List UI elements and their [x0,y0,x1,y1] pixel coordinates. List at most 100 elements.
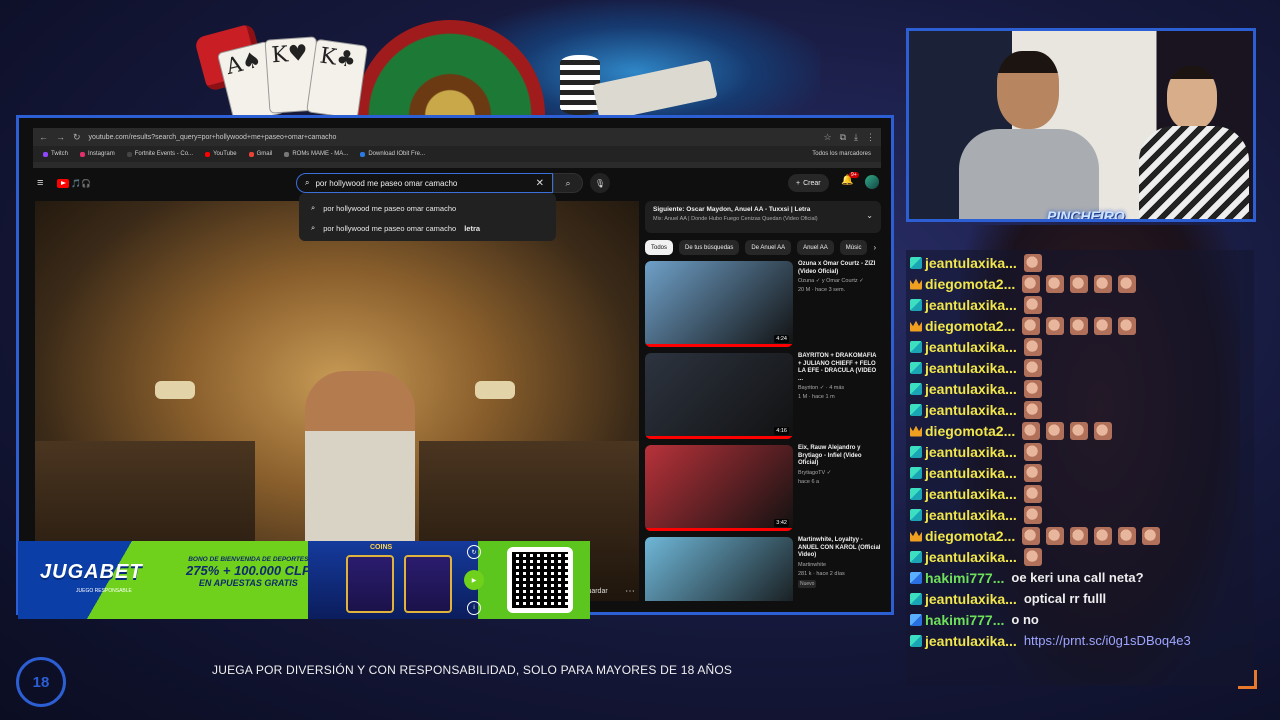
chat-username[interactable]: jeantulaxika... [925,486,1017,502]
youtube-logo[interactable]: 🎵🎧 [57,178,91,188]
chat-username[interactable]: diegomota2... [925,318,1015,334]
chat-username[interactable]: jeantulaxika... [925,381,1017,397]
bookmark-item[interactable]: Instagram [80,151,115,157]
search-suggestions: ⌕ por hollywood me paseo omar camacho ⌕ por… [299,193,556,241]
logo-part-1: JUGA [40,561,100,583]
mix-playlist-header[interactable]: Siguiente: Oscar Maydon, Anuel AA - Tuxx… [645,201,881,233]
chat-username[interactable]: jeantulaxika... [925,633,1017,649]
video-thumbnail[interactable]: 3:42 [645,445,793,531]
chat-message-text: o no [1011,612,1039,627]
bookmark-item[interactable]: YouTube [205,151,237,157]
back-icon[interactable]: ← [39,132,48,142]
chat-message: diegomota2... [910,315,1250,336]
chevron-down-icon[interactable]: ⌄ [866,211,873,220]
filter-chip[interactable]: De tus búsquedas [679,240,740,255]
recommendation-info: BAYRITON + DRAKOMAFIA + JULIANO CHIEFF +… [798,353,881,439]
chat-username[interactable]: jeantulaxika... [925,297,1017,313]
watch-progress-bar [645,528,793,531]
filter-chip[interactable]: Anuel AA [797,240,834,255]
new-badge: Nuevo [798,579,817,588]
chat-username[interactable]: jeantulaxika... [925,444,1017,460]
chat-message: jeantulaxika... [910,399,1250,420]
search-input[interactable]: ⌕ por hollywood me paseo omar camacho ✕ [296,173,553,193]
recommendation-channel[interactable]: Martinwhite [798,562,881,569]
watch-progress-bar [645,344,793,347]
recommendation-channel[interactable]: Bayriton ✓ · 4 más [798,385,881,392]
create-label: Crear [803,179,821,187]
chat-message: jeantulaxika... https://prnt.sc/i0g1sDBoq… [910,630,1250,651]
all-bookmarks[interactable]: Todos los marcadores [812,151,871,157]
chat-username[interactable]: jeantulaxika... [925,549,1017,565]
play-icon[interactable]: ▶ [464,570,484,590]
bookmark-item[interactable]: Fortnite Events - Co... [126,151,193,157]
info-icon[interactable]: i [467,601,481,615]
account-avatar[interactable] [865,175,879,189]
subscriber-badge-icon [910,487,922,500]
chevron-right-icon[interactable]: › [873,243,876,252]
address-bar-row: ← → ↻ youtube.com/results?search_query=p… [33,128,881,146]
chat-link[interactable]: https://prnt.sc/i0g1sDBoq4e3 [1024,633,1191,648]
chat-username[interactable]: jeantulaxika... [925,339,1017,355]
recommendation-title[interactable]: BAYRITON + DRAKOMAFIA + JULIANO CHIEFF +… [798,353,881,383]
bookmark-favicon-icon [205,151,211,157]
age-restriction-badge: 18 [16,657,66,707]
recommendation-title[interactable]: Ozuna x Omar Courtz - ZIZI (Video Oficia… [798,261,881,276]
video-thumbnail[interactable]: 4:24 [645,261,793,347]
bookmark-item[interactable]: ROMs MAME - MA... [284,151,348,157]
clear-search-icon[interactable]: ✕ [536,178,544,189]
download-icon[interactable]: ⤓ [854,132,858,143]
recommendation-item[interactable]: 4:16 BAYRITON + DRAKOMAFIA + JULIANO CHIE… [645,353,881,439]
recommendation-item[interactable]: Martinwhite, Loyaltyy - ANUEL CON KAROL … [645,537,881,601]
webcam-overlay: PINCHEIRO [906,28,1256,222]
recommendation-item[interactable]: 3:42 Eix, Rauw Alejandro y Brytiago - Inf… [645,445,881,531]
search-suggestion[interactable]: ⌕ por hollywood me paseo omar camacho let… [299,218,556,238]
chat-emote-icon [1023,295,1042,314]
video-thumbnail[interactable]: 4:16 [645,353,793,439]
refresh-icon[interactable]: ↻ [467,545,481,559]
search-suggestion[interactable]: ⌕ por hollywood me paseo omar camacho [299,198,556,218]
chat-emote-icon [1023,400,1042,419]
browser-capture: ← → ↻ youtube.com/results?search_query=p… [16,115,894,615]
subscriber-badge-icon [910,361,922,374]
create-button[interactable]: + Crear [788,174,829,192]
filter-chip[interactable]: De Anuel AA [745,240,792,255]
search-icon: ⌕ [305,178,310,187]
menu-dots-icon[interactable]: ⋮ [866,132,875,143]
chat-username[interactable]: jeantulaxika... [925,360,1017,376]
chat-message: diegomota2... [910,525,1250,546]
offer-line-1: BONO DE BIENVENIDA DE DEPORTES [188,556,309,563]
casino-ad-banner[interactable]: JUGABET JUEGO RESPONSABLE BONO DE BIENVE… [18,541,590,619]
voice-search-icon[interactable]: 🎙 [590,173,610,193]
bookmark-item[interactable]: Twitch [43,151,68,157]
chat-username[interactable]: jeantulaxika... [925,591,1017,607]
chat-username[interactable]: diegomota2... [925,276,1015,292]
chat-username[interactable]: diegomota2... [925,423,1015,439]
bookmark-item[interactable]: Gmail [248,151,272,157]
filter-chip[interactable]: Todos [645,240,674,255]
video-thumbnail[interactable] [645,537,793,601]
extensions-icon[interactable]: ⧉ [840,132,846,143]
chat-username[interactable]: jeantulaxika... [925,402,1017,418]
hamburger-menu-icon[interactable]: ≡ [37,177,51,189]
forward-icon[interactable]: → [56,132,65,142]
chat-username[interactable]: jeantulaxika... [925,255,1017,271]
suggestion-text: por hollywood me paseo omar camacho [323,203,457,213]
recommendation-channel[interactable]: Ozuna ✓ y Omar Courtz ✓ [798,278,881,285]
chat-username[interactable]: hakimi777... [925,612,1004,628]
search-button[interactable]: ⌕ [553,173,583,193]
chat-username[interactable]: hakimi777... [925,570,1004,586]
filter-chip[interactable]: Músic [839,240,868,255]
bookmark-item[interactable]: Download IObit Fre... [360,151,425,157]
recommendation-item[interactable]: 4:24 Ozuna x Omar Courtz - ZIZI (Video Of… [645,261,881,347]
chat-username[interactable]: jeantulaxika... [925,465,1017,481]
recommendation-channel[interactable]: BrytiagoTV ✓ [798,470,881,477]
recommendation-title[interactable]: Martinwhite, Loyaltyy - ANUEL CON KAROL … [798,537,881,560]
chat-username[interactable]: jeantulaxika... [925,507,1017,523]
chat-username[interactable]: diegomota2... [925,528,1015,544]
search-value: por hollywood me paseo omar camacho [315,178,458,188]
more-options-icon[interactable]: ⋯ [625,586,635,597]
reload-icon[interactable]: ↻ [73,132,81,143]
recommendation-title[interactable]: Eix, Rauw Alejandro y Brytiago - Infiel … [798,445,881,468]
star-icon[interactable]: ☆ [824,132,832,143]
address-bar[interactable]: youtube.com/results?search_query=por+hol… [89,134,816,141]
